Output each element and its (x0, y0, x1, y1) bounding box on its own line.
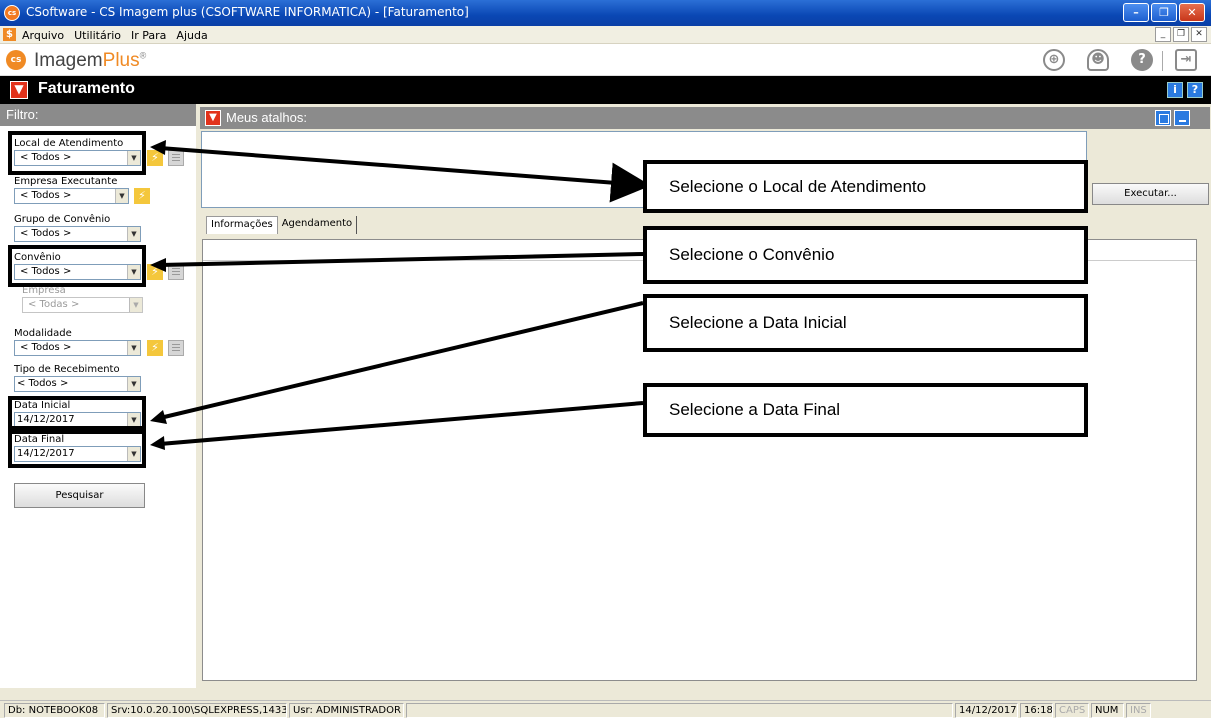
lightning-icon[interactable]: ⚡ (147, 340, 163, 356)
mdi-close-button[interactable]: ✕ (1191, 27, 1207, 42)
help-icon[interactable]: ? (1131, 49, 1153, 71)
field-tipo-recebimento: Tipo de Recebimento < Todos > ▼ (14, 364, 141, 392)
status-usr: Usr: ADMINISTRADOR (289, 703, 404, 718)
lightning-icon[interactable]: ⚡ (147, 150, 163, 166)
module-info-button[interactable]: i (1167, 82, 1183, 98)
grupo-convenio-value: < Todos > (20, 228, 72, 239)
module-collapse-icon[interactable]: ▼ (10, 81, 28, 99)
field-modalidade: Modalidade < Todos > ▼ (14, 328, 141, 356)
shortcuts-collapse-icon[interactable]: ▼ (205, 110, 221, 126)
status-caps: CAPS (1055, 703, 1089, 718)
brand-name: ImagemPlus® (34, 50, 146, 72)
field-empresa-executante: Empresa Executante < Todos > ▼ (14, 176, 129, 204)
field-empresa: Empresa < Todas > ▼ (22, 285, 143, 313)
shortcuts-minimize-button[interactable] (1174, 110, 1190, 126)
close-button[interactable]: ✕ (1179, 3, 1205, 22)
menu-utilitario[interactable]: Utilitário (74, 29, 121, 42)
menu-arquivo[interactable]: Arquivo (22, 29, 64, 42)
callout-local: Selecione o Local de Atendimento (643, 160, 1088, 213)
modalidade-value: < Todos > (20, 342, 72, 353)
highlight-data-final (8, 430, 146, 468)
tab-informacoes[interactable]: Informações (206, 216, 278, 234)
list-icon[interactable] (168, 264, 184, 280)
empresa-value: < Todas > (28, 299, 80, 310)
filter-header: Filtro: (0, 104, 196, 126)
status-time: 16:18 (1020, 703, 1053, 718)
tipo-recebimento-select[interactable]: < Todos > ▼ (14, 376, 141, 392)
minimize-button[interactable]: – (1123, 3, 1149, 22)
module-help-button[interactable]: ? (1187, 82, 1203, 98)
list-icon[interactable] (168, 150, 184, 166)
mdi-restore-button[interactable]: ❐ (1173, 27, 1189, 42)
logout-icon[interactable]: ⇥ (1175, 49, 1197, 71)
window-titlebar: cs CSoftware - CS Imagem plus (CSOFTWARE… (0, 0, 1211, 26)
status-num: NUM (1091, 703, 1124, 718)
grupo-convenio-select[interactable]: < Todos > ▼ (14, 226, 141, 242)
label-grupo-convenio: Grupo de Convênio (14, 214, 111, 225)
brand-reg: ® (139, 50, 147, 61)
empresa-executante-value: < Todos > (20, 190, 72, 201)
menu-ajuda[interactable]: Ajuda (176, 29, 207, 42)
field-grupo-convenio: Grupo de Convênio < Todos > ▼ (14, 214, 141, 242)
modalidade-select[interactable]: < Todos > ▼ (14, 340, 141, 356)
status-ins: INS (1126, 703, 1151, 718)
empresa-select: < Todas > ▼ (22, 297, 143, 313)
shortcuts-header: ▼ Meus atalhos: (200, 107, 1210, 129)
restore-button[interactable]: ❐ (1151, 3, 1177, 22)
pesquisar-button[interactable]: Pesquisar (14, 483, 145, 508)
executar-button[interactable]: Executar... (1092, 183, 1209, 205)
app-header: cs ImagemPlus® ⊕ ☻ ? ⇥ (0, 44, 1211, 76)
lightning-icon[interactable]: ⚡ (134, 188, 150, 204)
brand-name-text: Imagem (34, 50, 103, 71)
shortcuts-title: Meus atalhos: (226, 110, 307, 125)
status-date: 14/12/2017 (955, 703, 1018, 718)
tab-agendamento[interactable]: Agendamento (277, 216, 358, 234)
brand-suffix: Plus (102, 50, 140, 71)
chevron-down-icon[interactable]: ▼ (127, 227, 140, 241)
module-bar: ▼ Faturamento i ? (0, 76, 1211, 104)
chevron-down-icon[interactable]: ▼ (115, 189, 128, 203)
label-tipo-recebimento: Tipo de Recebimento (14, 364, 120, 375)
app-icon: cs (4, 5, 20, 21)
label-empresa-executante: Empresa Executante (14, 176, 118, 187)
tab-strip: Informações Agendamento (206, 216, 358, 234)
menu-ir-para[interactable]: Ir Para (131, 29, 166, 42)
brand-logo: cs (6, 50, 26, 70)
chevron-down-icon[interactable]: ▼ (127, 341, 140, 355)
highlight-data-inicial (8, 396, 146, 430)
chevron-down-icon: ▼ (129, 298, 142, 312)
menu-bar: $ Arquivo Utilitário Ir Para Ajuda _ ❐ ✕ (0, 26, 1211, 44)
callout-data-inicial: Selecione a Data Inicial (643, 294, 1088, 352)
chevron-down-icon[interactable]: ▼ (127, 377, 140, 391)
status-srv: Srv:10.0.20.100\SQLEXPRESS,1433 (107, 703, 287, 718)
globe-icon[interactable]: ⊕ (1043, 49, 1065, 71)
list-icon[interactable] (168, 340, 184, 356)
callout-convenio: Selecione o Convênio (643, 226, 1088, 284)
support-icon[interactable]: ☻ (1087, 49, 1109, 71)
status-spacer (406, 703, 953, 718)
window-title: CSoftware - CS Imagem plus (CSOFTWARE IN… (26, 5, 469, 19)
lightning-icon[interactable]: ⚡ (147, 264, 163, 280)
mdi-minimize-button[interactable]: _ (1155, 27, 1171, 42)
status-db: Db: NOTEBOOK08 (4, 703, 105, 718)
tipo-recebimento-value: < Todos > (17, 378, 69, 389)
shortcuts-maximize-button[interactable] (1155, 110, 1171, 126)
module-title: Faturamento (38, 80, 135, 97)
status-bar: Db: NOTEBOOK08 Srv:10.0.20.100\SQLEXPRES… (0, 700, 1211, 718)
empresa-executante-select[interactable]: < Todos > ▼ (14, 188, 129, 204)
dollar-icon[interactable]: $ (3, 28, 16, 41)
callout-data-final: Selecione a Data Final (643, 383, 1088, 437)
highlight-convenio (8, 245, 146, 287)
label-modalidade: Modalidade (14, 328, 72, 339)
header-divider (1162, 51, 1163, 71)
highlight-local (8, 131, 146, 175)
